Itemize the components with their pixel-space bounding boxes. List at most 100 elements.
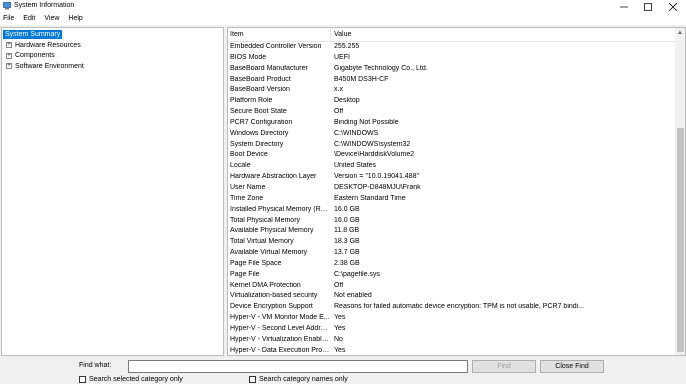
cell-value: C:\WINDOWS\system32 xyxy=(334,140,411,148)
table-row[interactable]: Page File C:\pagefile.sys xyxy=(228,270,675,281)
table-row[interactable]: Virtualization-based security Not enabled xyxy=(228,291,675,302)
cell-value: 2.38 GB xyxy=(334,259,360,267)
table-row[interactable]: BaseBoard Version x.x xyxy=(228,85,675,96)
expand-icon[interactable]: + xyxy=(6,63,12,69)
table-row[interactable]: Available Virtual Memory 13.7 GB xyxy=(228,248,675,259)
table-row[interactable]: Page File Space 2.38 GB xyxy=(228,259,675,270)
table-row[interactable]: Total Virtual Memory 18.3 GB xyxy=(228,237,675,248)
table-row[interactable]: Hyper-V - Data Execution Prote... Yes xyxy=(228,346,675,355)
cell-value: 18.3 GB xyxy=(334,238,360,246)
table-row[interactable]: Platform Role Desktop xyxy=(228,96,675,107)
find-bar: Find what: Find Close Find Search select… xyxy=(0,357,686,384)
table-row[interactable]: Locale United States xyxy=(228,161,675,172)
table-row[interactable]: Hyper-V - VM Monitor Mode E... Yes xyxy=(228,313,675,324)
table-row[interactable]: User Name DESKTOP-D848MJU\Frank xyxy=(228,183,675,194)
cell-value: Eastern Standard Time xyxy=(334,194,406,202)
tree-item-label: Components xyxy=(15,52,55,59)
cell-value: DESKTOP-D848MJU\Frank xyxy=(334,183,421,191)
table-row[interactable]: Hyper-V - Virtualization Enable... No xyxy=(228,335,675,346)
cell-item: Total Physical Memory xyxy=(230,216,301,224)
checkbox-icon[interactable] xyxy=(79,376,86,383)
search-category-names-checkbox[interactable]: Search category names only xyxy=(249,376,348,383)
expand-icon[interactable]: + xyxy=(6,42,12,48)
checkbox-label: Search selected category only xyxy=(89,376,183,383)
menu-file[interactable]: File xyxy=(3,13,14,25)
cell-item: Page File xyxy=(230,270,260,278)
menu-view[interactable]: View xyxy=(44,13,59,25)
find-button[interactable]: Find xyxy=(472,360,536,373)
menu-help[interactable]: Help xyxy=(68,13,82,25)
tree-item-system-summary[interactable]: System Summary xyxy=(3,29,63,39)
table-row[interactable]: Available Physical Memory 11.8 GB xyxy=(228,226,675,237)
cell-item: Hyper-V - VM Monitor Mode E... xyxy=(230,314,330,322)
cell-item: Boot Device xyxy=(230,151,268,159)
cell-item: BaseBoard Manufacturer xyxy=(230,64,308,72)
column-header-item[interactable]: Item xyxy=(230,31,244,38)
table-row[interactable]: PCR7 Configuration Binding Not Possible xyxy=(228,118,675,129)
menu-edit[interactable]: Edit xyxy=(23,13,35,25)
table-row[interactable]: Installed Physical Memory (RAM) 16.0 GB xyxy=(228,205,675,216)
column-header-value[interactable]: Value xyxy=(334,31,351,38)
scroll-up-icon[interactable]: ▲ xyxy=(677,30,683,36)
table-row[interactable]: Hardware Abstraction Layer Version = "10.… xyxy=(228,172,675,183)
minimize-icon xyxy=(620,6,628,7)
menu-bar: File Edit View Help xyxy=(0,13,686,25)
details-list[interactable]: Item Value Embedded Controller Version 25… xyxy=(227,27,686,356)
checkbox-icon[interactable] xyxy=(249,376,256,383)
cell-item: Hyper-V - Data Execution Prote... xyxy=(230,346,330,354)
cell-value: Not enabled xyxy=(334,292,372,300)
table-row[interactable]: Windows Directory C:\WINDOWS xyxy=(228,129,675,140)
tree-item-label: System Summary xyxy=(3,29,63,39)
minimize-button[interactable] xyxy=(612,0,636,13)
table-row[interactable]: Secure Boot State Off xyxy=(228,107,675,118)
cell-value: No xyxy=(334,335,343,343)
table-row[interactable]: System Directory C:\WINDOWS\system32 xyxy=(228,140,675,151)
cell-item: Device Encryption Support xyxy=(230,303,313,311)
cell-item: BaseBoard Product xyxy=(230,75,291,83)
category-tree[interactable]: System Summary + Hardware Resources + Co… xyxy=(1,27,224,356)
list-header: Item Value xyxy=(228,28,675,42)
cell-value: Version = "10.0.19041.488" xyxy=(334,173,419,181)
tree-item-label: Software Environment xyxy=(15,62,84,70)
cell-value: x.x xyxy=(334,86,343,94)
cell-value: \Device\HarddiskVolume2 xyxy=(334,151,415,159)
table-row[interactable]: Total Physical Memory 16.0 GB xyxy=(228,216,675,227)
cell-item: Hardware Abstraction Layer xyxy=(230,173,317,181)
table-row[interactable]: Kernel DMA Protection Off xyxy=(228,281,675,292)
table-row[interactable]: Time Zone Eastern Standard Time xyxy=(228,194,675,205)
table-row[interactable]: BIOS Mode UEFI xyxy=(228,53,675,64)
close-button[interactable] xyxy=(661,0,685,13)
table-row[interactable]: Boot Device \Device\HarddiskVolume2 xyxy=(228,150,675,161)
cell-value: B450M DS3H-CF xyxy=(334,75,389,83)
tree-item-software-environment[interactable]: + Software Environment xyxy=(6,61,84,71)
cell-item: Available Virtual Memory xyxy=(230,249,308,257)
column-divider[interactable] xyxy=(330,28,331,42)
cell-value: UEFI xyxy=(334,53,350,61)
list-rows: Embedded Controller Version 255.255 BIOS M… xyxy=(228,42,675,355)
tree-item-components[interactable]: + Components xyxy=(6,51,55,61)
search-selected-category-checkbox[interactable]: Search selected category only xyxy=(79,376,183,383)
cell-value: 11.8 GB xyxy=(334,227,360,235)
vertical-scrollbar[interactable]: ▲ xyxy=(675,28,685,355)
expand-icon[interactable]: + xyxy=(6,52,12,59)
find-input[interactable] xyxy=(128,360,468,373)
find-label: Find what: xyxy=(79,362,112,369)
table-row[interactable]: BaseBoard Manufacturer Gigabyte Technolog… xyxy=(228,64,675,75)
table-row[interactable]: BaseBoard Product B450M DS3H-CF xyxy=(228,75,675,86)
table-row[interactable]: Hyper-V - Second Level Addres... Yes xyxy=(228,324,675,335)
close-find-button[interactable]: Close Find xyxy=(540,360,604,373)
table-row[interactable]: Device Encryption Support Reasons for fai… xyxy=(228,302,675,313)
scrollbar-thumb[interactable] xyxy=(677,128,684,352)
cell-value: 16.0 GB xyxy=(334,205,360,213)
cell-item: Page File Space xyxy=(230,259,282,267)
table-row[interactable]: Embedded Controller Version 255.255 xyxy=(228,42,675,53)
maximize-button[interactable] xyxy=(636,0,660,13)
cell-value: C:\pagefile.sys xyxy=(334,270,380,278)
cell-item: Locale xyxy=(230,162,251,170)
tree-item-hardware-resources[interactable]: + Hardware Resources xyxy=(6,40,81,50)
cell-item: PCR7 Configuration xyxy=(230,118,293,126)
cell-value: 16.0 GB xyxy=(334,216,360,224)
cell-item: BaseBoard Version xyxy=(230,86,290,94)
window-title: System Information xyxy=(14,2,75,9)
cell-value: Gigabyte Technology Co., Ltd. xyxy=(334,64,428,72)
